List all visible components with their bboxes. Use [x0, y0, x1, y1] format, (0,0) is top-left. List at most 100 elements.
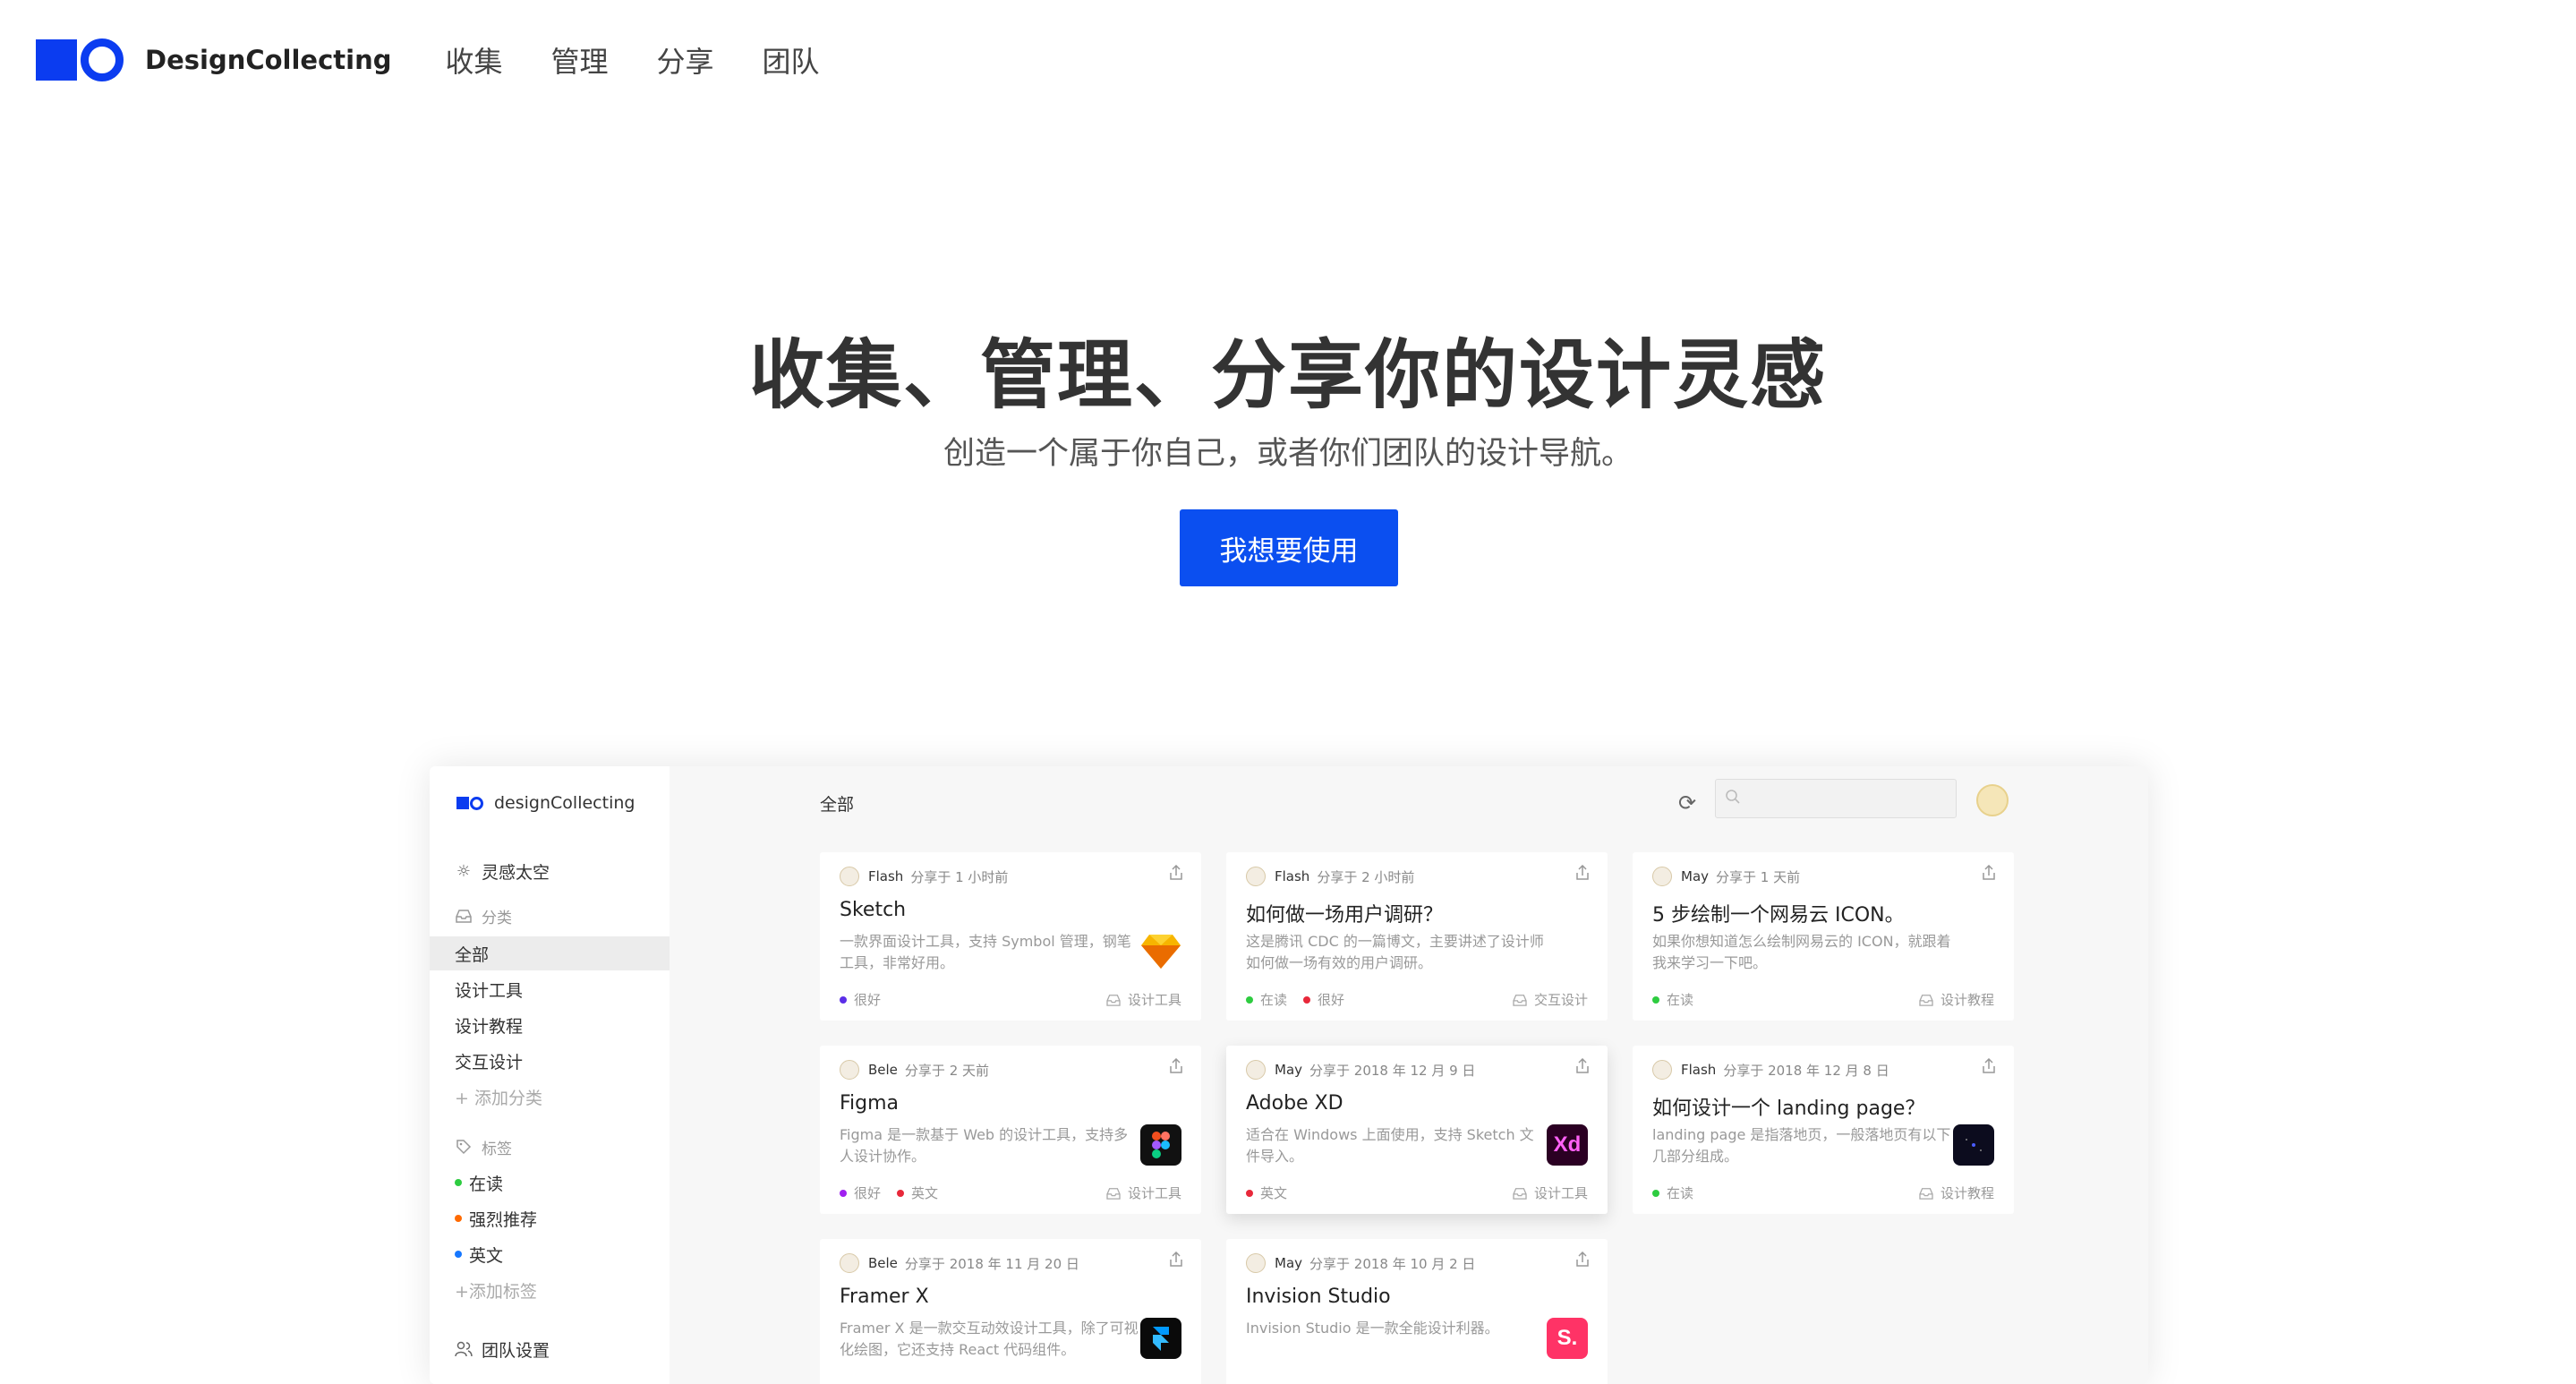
brand-logo[interactable]: DesignCollecting	[36, 38, 392, 81]
card-category[interactable]: 设计工具	[1513, 1183, 1588, 1202]
card-title[interactable]: Invision Studio	[1246, 1286, 1391, 1308]
nav-item-share[interactable]: 分享	[657, 39, 714, 81]
share-icon[interactable]	[1169, 864, 1183, 885]
add-category-button[interactable]: + 添加分类	[430, 1080, 670, 1114]
card-title[interactable]: 如何设计一个 landing page？	[1652, 1092, 1924, 1121]
card-title[interactable]: Adobe XD	[1246, 1092, 1343, 1115]
card-meta: Flash 分享于 2 小时前	[1246, 867, 1414, 886]
card-share-time: 分享于 2 天前	[904, 1062, 990, 1079]
card-tag-label: 在读	[1667, 1185, 1694, 1201]
sidebar-item-design-tools[interactable]: 设计工具	[430, 972, 670, 1006]
bookmark-card[interactable]: Flash 分享于 1 小时前 Sketch 一款界面设计工具，支持 Symbol 管…	[820, 852, 1201, 1021]
card-description: 这是腾讯 CDC 的一篇博文，主要讲述了设计师如何做一场有效的用户调研。	[1246, 933, 1544, 971]
card-tag-label: 英文	[1260, 1185, 1288, 1201]
cta-button[interactable]: 我想要使用	[1180, 509, 1398, 586]
card-user-name: Flash	[1681, 1062, 1717, 1078]
user-avatar[interactable]	[1976, 784, 2009, 816]
share-icon[interactable]	[1575, 864, 1590, 885]
refresh-icon[interactable]: ⟳	[1674, 790, 1701, 816]
card-tag[interactable]: 在读	[1246, 990, 1287, 1009]
sidebar-tag-reading[interactable]: 在读	[430, 1166, 670, 1200]
bookmark-card[interactable]: Flash 分享于 2 小时前如何做一场用户调研？ 这是腾讯 CDC 的一篇博文，主…	[1226, 852, 1608, 1021]
bookmark-card[interactable]: Flash 分享于 2018 年 12 月 8 日如何设计一个 landing p…	[1633, 1046, 2014, 1214]
card-tag[interactable]: 英文	[1246, 1183, 1287, 1202]
share-icon[interactable]	[1575, 1057, 1590, 1079]
card-category[interactable]: 设计工具	[1106, 1183, 1181, 1202]
logo-square-mark	[36, 39, 77, 81]
card-tag[interactable]: 在读	[1652, 990, 1693, 1009]
bookmark-card[interactable]: Bele 分享于 2 天前 Figma Figma 是一款基于 Web 的设计工具，支…	[820, 1046, 1201, 1214]
bookmark-card[interactable]: May 分享于 2018 年 12 月 9 日 Adobe XD 适合在 Window…	[1226, 1046, 1608, 1214]
bookmark-card[interactable]: Bele 分享于 2018 年 11 月 20 日 Framer X Framer X…	[820, 1239, 1201, 1384]
card-user-name: May	[1275, 1062, 1303, 1078]
app-sidebar: designCollecting ☼ 灵感太空 分类 全部 设计工具 设计教程 …	[430, 766, 670, 1384]
card-title[interactable]: Figma	[840, 1092, 899, 1115]
sidebar-item-label: 设计工具	[455, 980, 524, 1001]
add-tag-label: +添加标签	[455, 1281, 537, 1302]
card-description: 如果你想知道怎么绘制网易云的 ICON，就跟着我来学习一下吧。	[1652, 933, 1951, 971]
card-title[interactable]: 5 步绘制一个网易云 ICON。	[1652, 899, 1905, 927]
card-category-label: 设计工具	[1127, 992, 1181, 1008]
share-icon[interactable]	[1169, 1251, 1183, 1272]
sidebar-item-design-tutorials[interactable]: 设计教程	[430, 1008, 670, 1042]
card-title[interactable]: 如何做一场用户调研？	[1246, 899, 1443, 927]
card-tag[interactable]: 很好	[840, 1183, 881, 1202]
user-avatar	[1246, 1253, 1266, 1273]
sidebar-tag-english[interactable]: 英文	[430, 1237, 670, 1271]
card-description: 一款界面设计工具，支持 Symbol 管理，钢笔工具，非常好用。	[840, 933, 1131, 971]
sidebar-item-interaction-design[interactable]: 交互设计	[430, 1044, 670, 1078]
card-category[interactable]: 设计教程	[1919, 1183, 1994, 1202]
card-tag-label: 在读	[1260, 992, 1288, 1008]
share-icon[interactable]	[1982, 864, 1996, 885]
card-tag[interactable]: 很好	[1303, 990, 1344, 1009]
inbox-icon	[1513, 994, 1527, 1006]
bookmark-card[interactable]: May 分享于 2018 年 10 月 2 日 Invision Studio Inv…	[1226, 1239, 1608, 1384]
add-category-label: + 添加分类	[455, 1088, 542, 1108]
card-tags: 很好	[840, 990, 897, 1009]
inbox-icon	[1919, 1187, 1933, 1200]
tag-color-dot	[840, 1189, 847, 1197]
card-title[interactable]: Framer X	[840, 1286, 929, 1308]
users-icon	[455, 1340, 473, 1358]
user-avatar	[1246, 867, 1266, 886]
bookmark-card[interactable]: May 分享于 1 天前 5 步绘制一个网易云 ICON。 如果你想知道怎么绘制网易云…	[1633, 852, 2014, 1021]
top-navigation: DesignCollecting 收集 管理 分享 团队	[0, 0, 2576, 120]
tag-label: 在读	[469, 1174, 504, 1194]
app-icon-label: S.	[1557, 1326, 1578, 1350]
sidebar-item-all[interactable]: 全部	[430, 936, 670, 970]
app-brand[interactable]: designCollecting	[456, 793, 635, 813]
nav-item-team[interactable]: 团队	[763, 39, 820, 81]
sidebar-item-label: 设计教程	[455, 1016, 524, 1037]
card-tag[interactable]: 很好	[840, 990, 881, 1009]
nav-item-collect[interactable]: 收集	[446, 39, 503, 81]
card-tag-label: 英文	[911, 1185, 939, 1201]
card-category[interactable]: 设计教程	[1919, 990, 1994, 1009]
search-input[interactable]	[1715, 779, 1957, 818]
app-brand-name: designCollecting	[494, 793, 635, 813]
inbox-icon	[1513, 1187, 1527, 1200]
nav-item-manage[interactable]: 管理	[551, 39, 609, 81]
card-description: landing page 是指落地页，一般落地页有以下几部分组成。	[1652, 1126, 1951, 1165]
app-icon-label: Xd	[1553, 1132, 1582, 1157]
sidebar-item-team-settings[interactable]: 团队设置	[430, 1332, 670, 1366]
sidebar-tag-recommended[interactable]: 强烈推荐	[430, 1201, 670, 1235]
share-icon[interactable]	[1982, 1057, 1996, 1079]
card-tag[interactable]: 英文	[897, 1183, 938, 1202]
sidebar-item-inspiration[interactable]: ☼ 灵感太空	[430, 854, 670, 888]
share-icon[interactable]	[1575, 1251, 1590, 1272]
main-nav: 收集 管理 分享 团队	[446, 39, 868, 81]
card-meta: Bele 分享于 2 天前	[840, 1060, 989, 1080]
card-user-name: Bele	[868, 1255, 898, 1271]
card-user-name: May	[1275, 1255, 1303, 1271]
card-tag-label: 在读	[1667, 992, 1694, 1008]
card-title[interactable]: Sketch	[840, 899, 906, 921]
tag-color-dot	[455, 1251, 462, 1258]
card-category[interactable]: 设计工具	[1106, 990, 1181, 1009]
tag-icon	[455, 1138, 473, 1156]
card-category[interactable]: 交互设计	[1513, 990, 1588, 1009]
share-icon[interactable]	[1169, 1057, 1183, 1079]
tag-color-dot	[1303, 995, 1311, 1004]
card-description: 适合在 Windows 上面使用，支持 Sketch 文件导入。	[1246, 1126, 1534, 1165]
card-tag[interactable]: 在读	[1652, 1183, 1693, 1202]
add-tag-button[interactable]: +添加标签	[430, 1273, 670, 1307]
